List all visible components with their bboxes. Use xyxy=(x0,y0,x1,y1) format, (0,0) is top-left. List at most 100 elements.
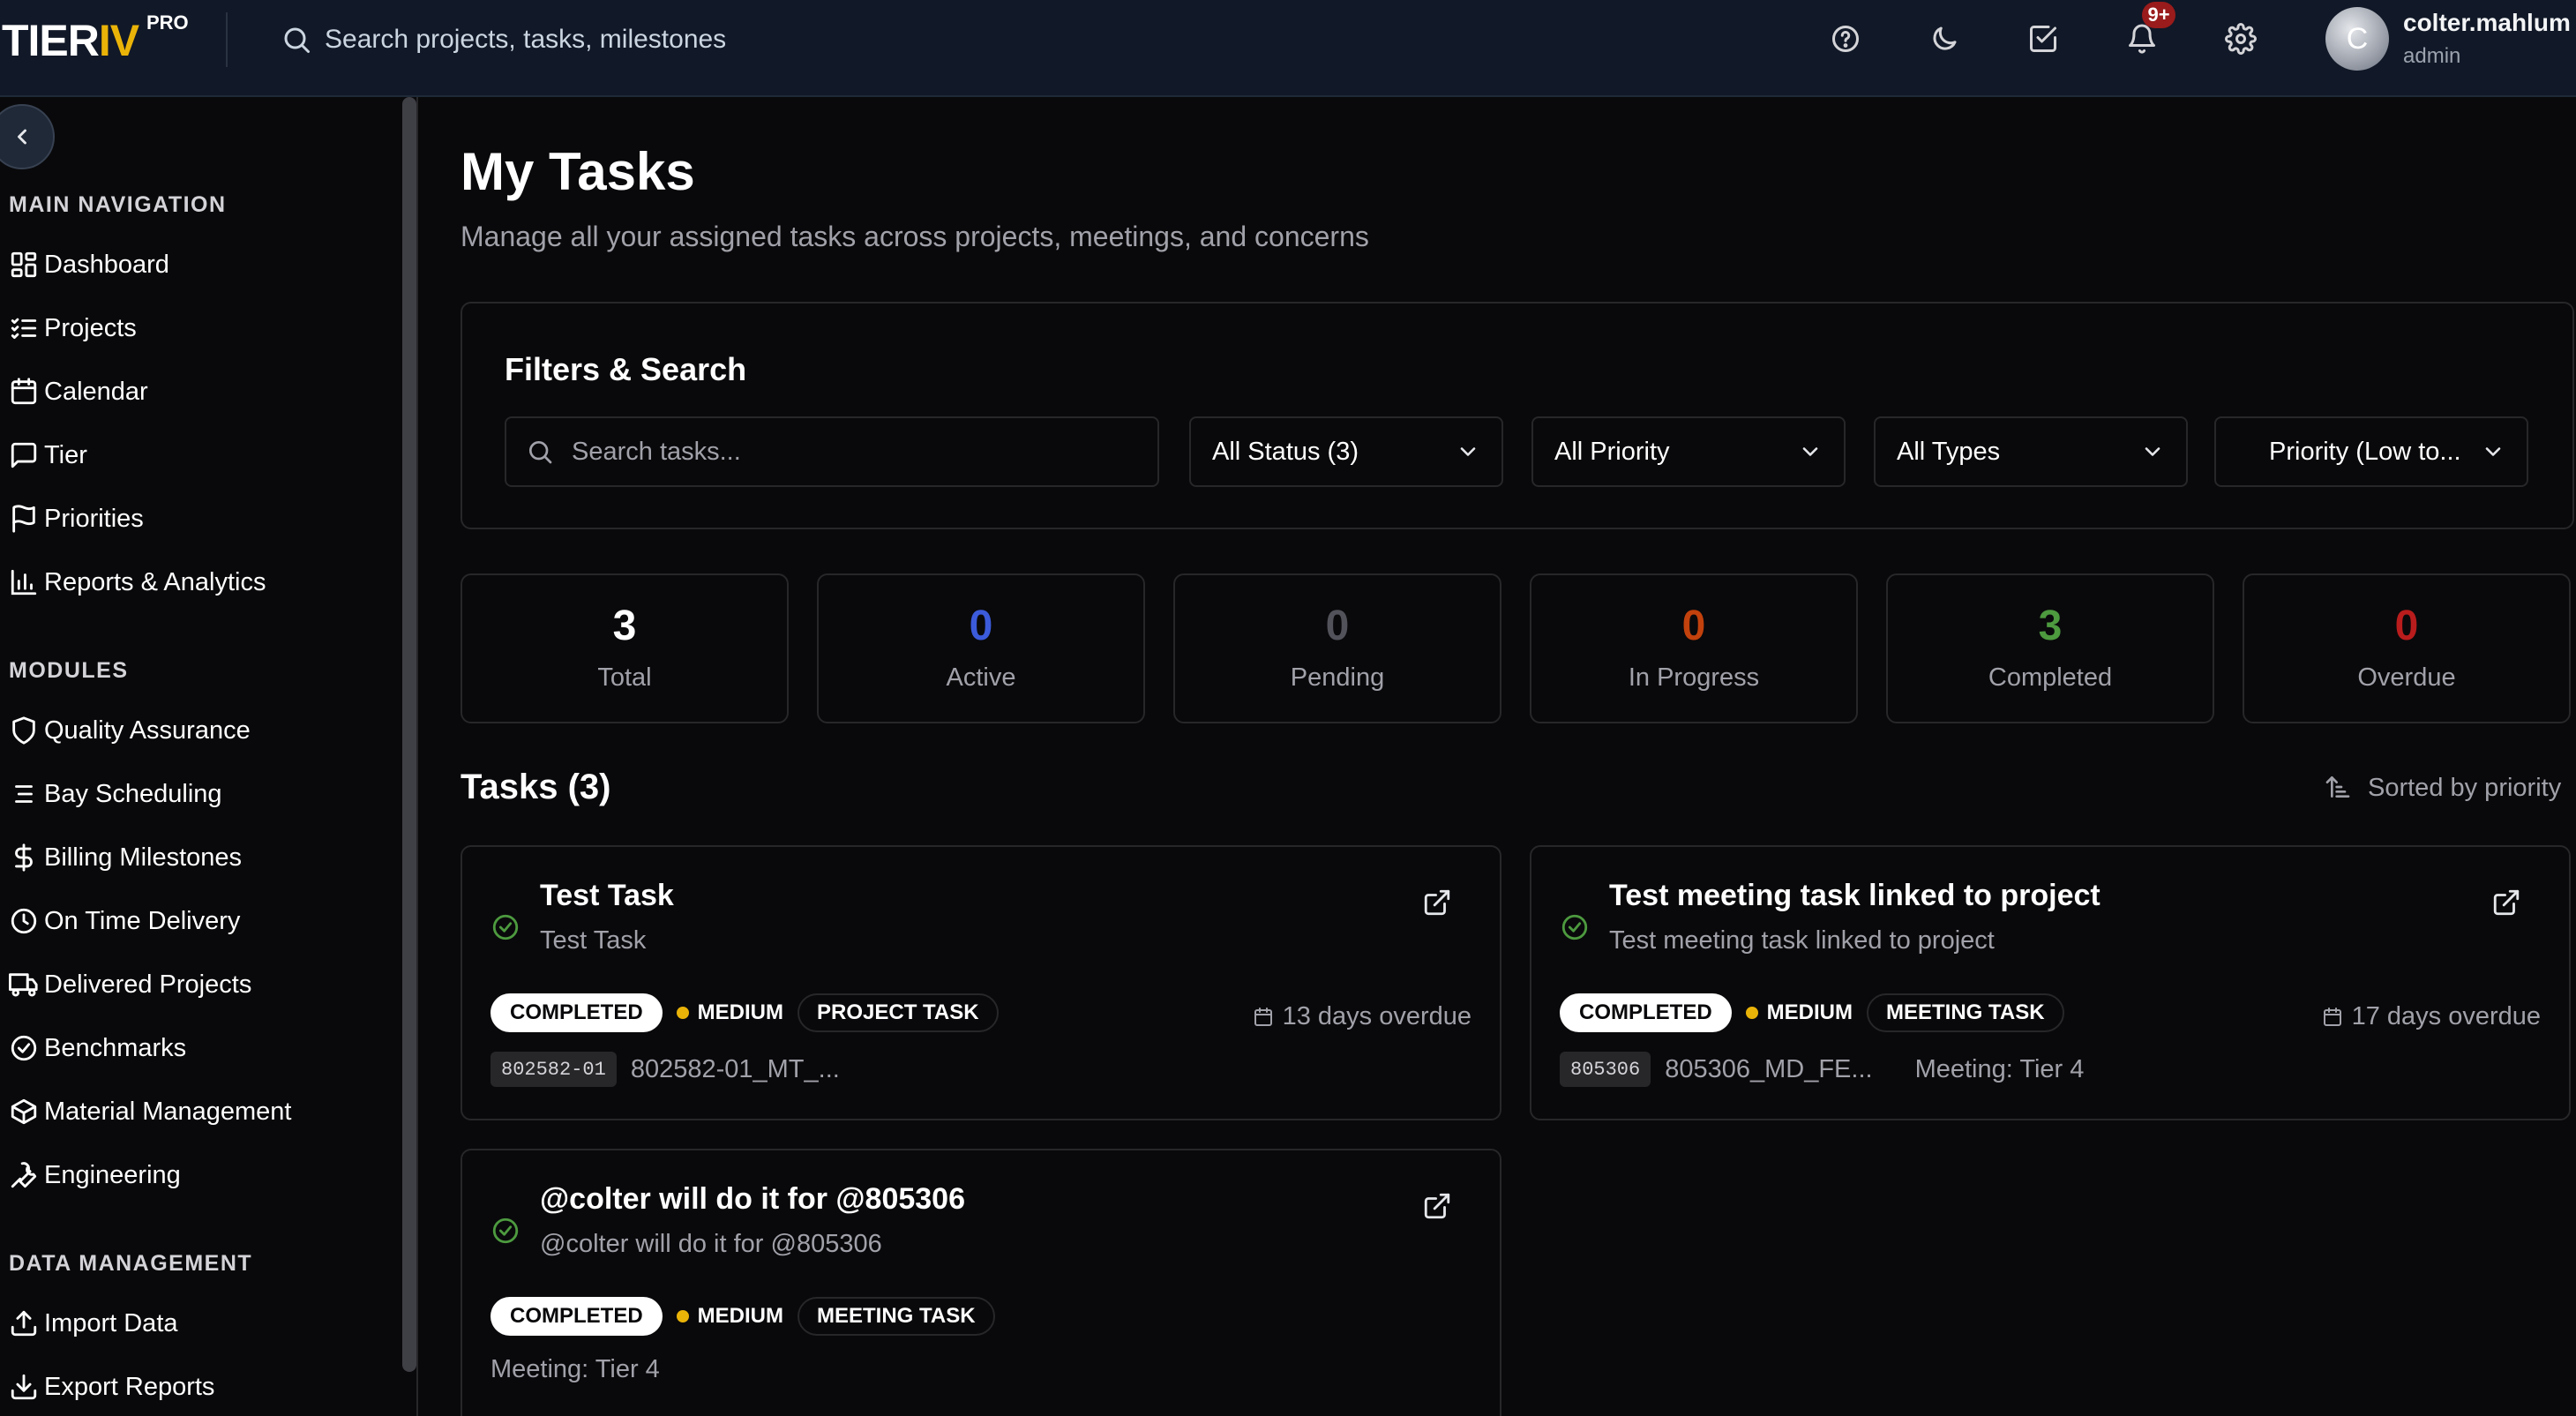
calendar-icon xyxy=(2322,1007,2343,1028)
chevron-down-icon xyxy=(1802,447,1818,456)
top-bar: TIERIV PRO 9+ C colter.mahlum admin xyxy=(0,0,2576,97)
stat-card-completed[interactable]: 3 Completed xyxy=(1886,573,2214,723)
avatar[interactable]: C xyxy=(2325,7,2389,71)
truck-icon xyxy=(9,967,44,1002)
external-link-icon[interactable] xyxy=(1422,888,1454,919)
project-name[interactable]: 802582-01_MT_... xyxy=(631,1055,840,1084)
search-icon xyxy=(529,441,552,464)
task-card[interactable]: Test Task Test Task COMPLETED MEDIUM PRO… xyxy=(461,845,1501,1120)
sidebar-item-on-time-delivery[interactable]: On Time Delivery xyxy=(9,898,240,944)
priority-badge: MEDIUM xyxy=(676,1304,783,1329)
upload-icon xyxy=(9,1306,44,1341)
stat-label: In Progress xyxy=(1628,663,1760,692)
sidebar-item-label: Billing Milestones xyxy=(44,843,243,872)
check-circle-icon xyxy=(9,1030,44,1066)
sidebar-scrollbar[interactable] xyxy=(402,97,416,1372)
task-card[interactable]: Test meeting task linked to project Test… xyxy=(1530,845,2571,1120)
project-code-chip[interactable]: 802582-01 xyxy=(490,1052,617,1087)
sidebar: MAIN NAVIGATION Dashboard Projects Calen… xyxy=(0,97,402,1416)
user-name[interactable]: colter.mahlum xyxy=(2403,9,2571,37)
sidebar-item-delivered-projects[interactable]: Delivered Projects xyxy=(9,962,251,1008)
sidebar-item-label: Delivered Projects xyxy=(44,970,252,999)
priority-filter-select[interactable]: All Priority xyxy=(1531,416,1846,487)
type-filter-select[interactable]: All Types xyxy=(1874,416,2188,487)
moon-icon[interactable] xyxy=(1927,21,1962,56)
sidebar-item-label: Dashboard xyxy=(44,250,169,279)
sidebar-item-tier[interactable]: Tier xyxy=(9,432,87,478)
stat-card-in-progress[interactable]: 0 In Progress xyxy=(1530,573,1858,723)
logo-tier-text: TIER xyxy=(2,16,100,65)
task-description: @colter will do it for @805306 xyxy=(540,1230,882,1258)
sidebar-collapse-button[interactable] xyxy=(0,104,55,169)
stat-card-overdue[interactable]: 0 Overdue xyxy=(2243,573,2571,723)
stat-value: 3 xyxy=(612,603,637,649)
sidebar-item-projects[interactable]: Projects xyxy=(9,305,137,351)
page-subtitle: Manage all your assigned tasks across pr… xyxy=(461,221,1369,252)
meeting-reference[interactable]: Meeting: Tier 4 xyxy=(490,1355,660,1384)
sidebar-item-engineering[interactable]: Engineering xyxy=(9,1152,181,1198)
sidebar-item-bay-scheduling[interactable]: Bay Scheduling xyxy=(9,771,222,817)
sidebar-item-label: Quality Assurance xyxy=(44,715,251,745)
project-name[interactable]: 805306_MD_FE... xyxy=(1665,1055,1872,1084)
task-description: Test Task xyxy=(540,926,647,955)
sidebar-item-label: On Time Delivery xyxy=(44,906,241,935)
sidebar-item-export-reports[interactable]: Export Reports xyxy=(9,1364,214,1410)
status-filter-select[interactable]: All Status (3) xyxy=(1189,416,1503,487)
sidebar-item-calendar[interactable]: Calendar xyxy=(9,369,148,415)
sidebar-item-label: Benchmarks xyxy=(44,1033,187,1062)
task-type-badge: MEETING TASK xyxy=(798,1297,995,1336)
global-search-input[interactable] xyxy=(325,25,730,55)
sidebar-item-label: Reports & Analytics xyxy=(44,567,266,596)
task-meta: Meeting: Tier 4 xyxy=(490,1355,660,1384)
logo-iv-text: IV xyxy=(98,16,139,65)
sidebar-item-dashboard[interactable]: Dashboard xyxy=(9,242,169,288)
user-role: admin xyxy=(2403,44,2461,68)
sidebar-item-label: Import Data xyxy=(44,1308,178,1337)
meeting-reference[interactable]: Meeting: Tier 4 xyxy=(1915,1055,2085,1084)
completed-check-icon xyxy=(490,912,520,942)
sidebar-item-benchmarks[interactable]: Benchmarks xyxy=(9,1025,186,1071)
page-title: My Tasks xyxy=(461,142,695,201)
task-type-badge: MEETING TASK xyxy=(1867,993,2064,1032)
overdue-indicator: 13 days overdue xyxy=(1253,1002,1471,1031)
sidebar-item-reports-analytics[interactable]: Reports & Analytics xyxy=(9,559,266,605)
sort-select-value: Priority (Low to... xyxy=(2269,437,2461,466)
external-link-icon[interactable] xyxy=(1422,1191,1454,1223)
task-title[interactable]: @colter will do it for @805306 xyxy=(540,1182,965,1217)
completed-check-icon xyxy=(1560,912,1590,942)
modules-heading: MODULES xyxy=(9,658,129,683)
task-title[interactable]: Test Task xyxy=(540,879,674,913)
stat-card-total[interactable]: 3 Total xyxy=(461,573,789,723)
chevron-down-icon xyxy=(1460,447,1476,456)
flag-icon xyxy=(9,501,44,536)
task-badges: COMPLETED MEDIUM PROJECT TASK xyxy=(490,993,999,1032)
help-icon[interactable] xyxy=(1828,21,1863,56)
project-code-chip[interactable]: 805306 xyxy=(1560,1052,1651,1087)
sidebar-item-quality-assurance[interactable]: Quality Assurance xyxy=(9,708,251,753)
sidebar-item-label: Material Management xyxy=(44,1097,292,1126)
app-logo[interactable]: TIERIV PRO xyxy=(2,12,189,66)
tasks-check-icon[interactable] xyxy=(2026,21,2061,56)
bar-chart-icon xyxy=(9,565,44,600)
sidebar-item-billing-milestones[interactable]: Billing Milestones xyxy=(9,835,242,880)
sorted-by-indicator: Sorted by priority xyxy=(2324,773,2561,803)
sidebar-item-label: Calendar xyxy=(44,377,148,406)
task-card[interactable]: @colter will do it for @805306 @colter w… xyxy=(461,1149,1501,1416)
sidebar-item-import-data[interactable]: Import Data xyxy=(9,1300,178,1346)
external-link-icon[interactable] xyxy=(2491,888,2523,919)
overdue-indicator: 17 days overdue xyxy=(2322,1002,2541,1031)
stat-card-active[interactable]: 0 Active xyxy=(817,573,1145,723)
priority-badge: MEDIUM xyxy=(1745,1000,1853,1025)
list-icon xyxy=(9,776,44,812)
tasks-section-title: Tasks (3) xyxy=(461,768,611,806)
stat-value: 3 xyxy=(2038,603,2063,649)
task-search-input[interactable] xyxy=(572,437,1136,467)
task-badges: COMPLETED MEDIUM MEETING TASK xyxy=(490,1297,995,1336)
sidebar-item-material-management[interactable]: Material Management xyxy=(9,1089,291,1135)
stat-card-pending[interactable]: 0 Pending xyxy=(1173,573,1501,723)
sort-ascending-icon xyxy=(2324,773,2354,803)
task-title[interactable]: Test meeting task linked to project xyxy=(1609,879,2100,913)
sort-select[interactable]: Priority (Low to... xyxy=(2214,416,2528,487)
gear-icon[interactable] xyxy=(2223,21,2258,56)
sidebar-item-priorities[interactable]: Priorities xyxy=(9,496,144,542)
